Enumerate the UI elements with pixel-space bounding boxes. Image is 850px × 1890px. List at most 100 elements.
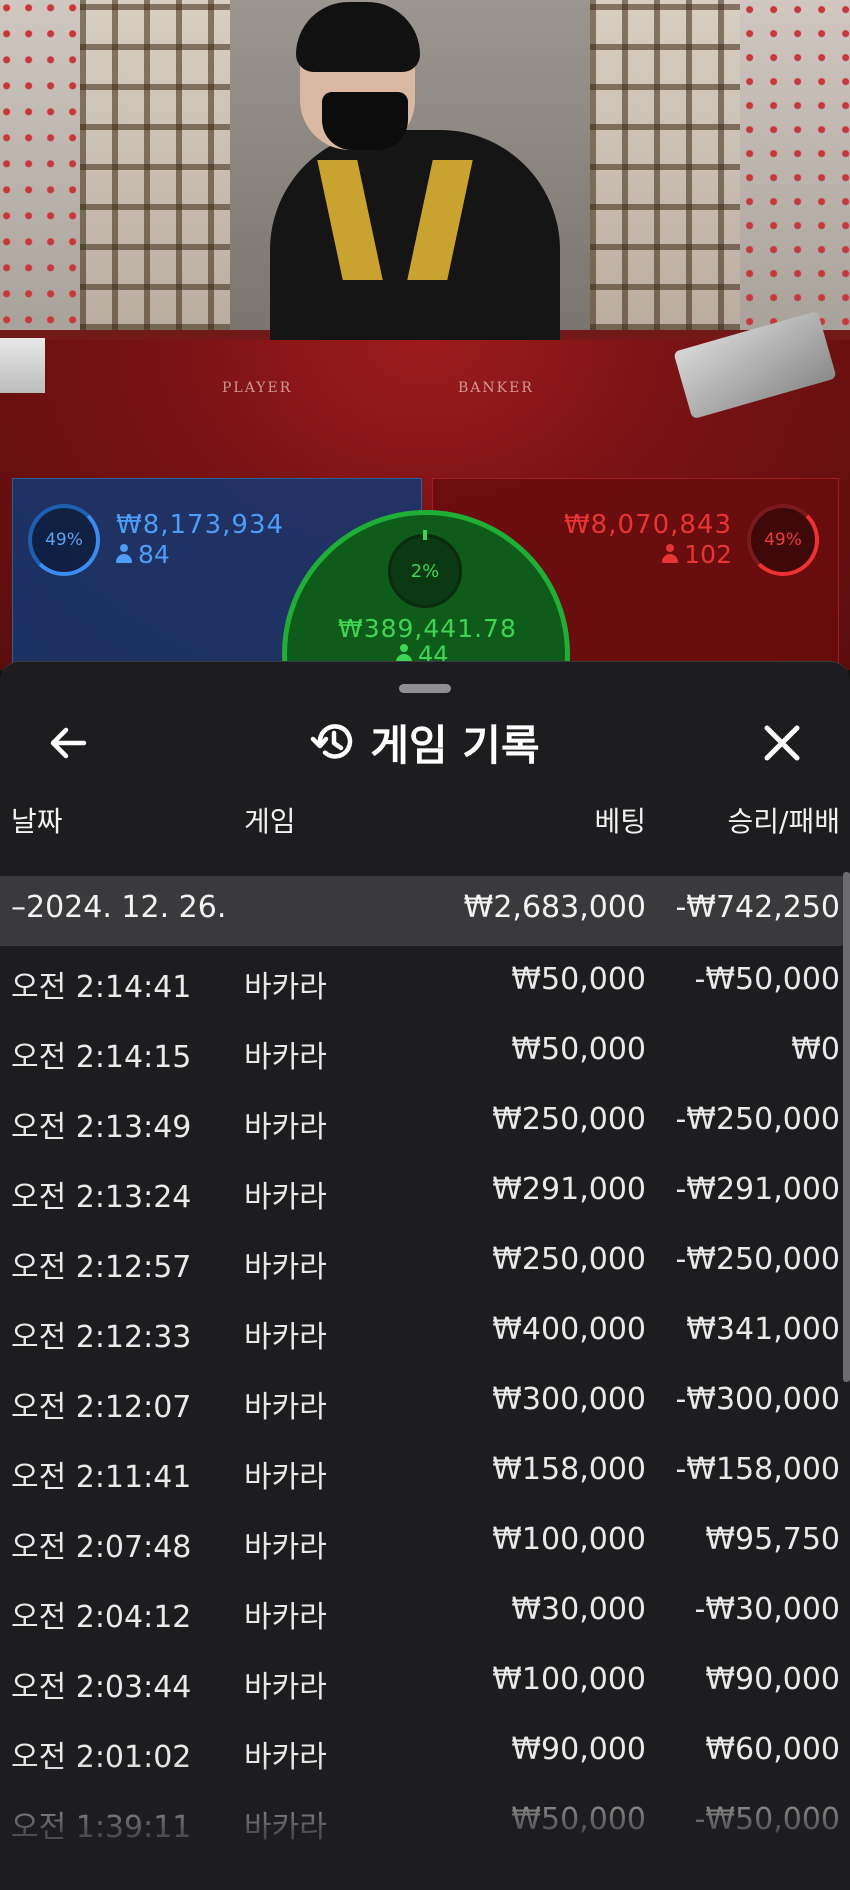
row-game: 바카라 bbox=[244, 1460, 327, 1495]
row-game: 바카라 bbox=[244, 1740, 327, 1775]
date-group-bet: ₩2,683,000 bbox=[463, 890, 646, 925]
blossom-wall-left bbox=[0, 0, 90, 330]
row-time: 오전 2:07:48 bbox=[11, 1530, 192, 1565]
row-bet: ₩100,000 bbox=[492, 1662, 646, 1697]
row-bet: ₩90,000 bbox=[511, 1732, 646, 1767]
lattice-screen-left bbox=[80, 0, 230, 330]
row-time: 오전 1:39:11 bbox=[11, 1810, 192, 1845]
row-result: ₩60,000 bbox=[705, 1732, 840, 1767]
banker-bet-amount: ₩8,070,843 bbox=[563, 510, 732, 540]
row-game: 바카라 bbox=[244, 1810, 327, 1845]
table-row[interactable]: 오전 2:12:07 바카라 ₩300,000 -₩300,000 bbox=[0, 1372, 850, 1442]
row-result: ₩95,750 bbox=[705, 1522, 840, 1557]
user-icon bbox=[116, 544, 132, 564]
table-row[interactable]: 오전 2:01:02 바카라 ₩90,000 ₩60,000 bbox=[0, 1722, 850, 1792]
row-result: ₩90,000 bbox=[705, 1662, 840, 1697]
user-icon bbox=[662, 544, 679, 564]
row-result: -₩250,000 bbox=[675, 1102, 840, 1137]
row-result: ₩0 bbox=[791, 1032, 840, 1067]
row-bet: ₩50,000 bbox=[511, 1802, 646, 1837]
row-result: ₩341,000 bbox=[686, 1312, 840, 1347]
table-row[interactable]: 오전 1:39:11 바카라 ₩50,000 -₩50,000 bbox=[0, 1792, 850, 1862]
player-felt-label: PLAYER bbox=[222, 380, 293, 396]
row-game: 바카라 bbox=[244, 1670, 327, 1705]
row-bet: ₩400,000 bbox=[492, 1312, 646, 1347]
sheet-drag-handle[interactable] bbox=[399, 684, 451, 693]
row-game: 바카라 bbox=[244, 1600, 327, 1635]
row-game: 바카라 bbox=[244, 1180, 327, 1215]
table-row[interactable]: 오전 2:04:12 바카라 ₩30,000 -₩30,000 bbox=[0, 1582, 850, 1652]
table-row[interactable]: 오전 2:12:57 바카라 ₩250,000 -₩250,000 bbox=[0, 1232, 850, 1302]
banker-count-value: 102 bbox=[684, 540, 732, 569]
row-result: -₩158,000 bbox=[675, 1452, 840, 1487]
row-time: 오전 2:12:07 bbox=[11, 1390, 192, 1425]
row-bet: ₩250,000 bbox=[492, 1242, 646, 1277]
row-result: -₩30,000 bbox=[694, 1592, 840, 1627]
row-time: 오전 2:13:24 bbox=[11, 1180, 192, 1215]
row-time: 오전 2:12:57 bbox=[11, 1250, 192, 1285]
column-game: 게임 bbox=[244, 805, 296, 838]
table-row[interactable]: 오전 2:07:48 바카라 ₩100,000 ₩95,750 bbox=[0, 1512, 850, 1582]
column-date: 날짜 bbox=[11, 805, 63, 838]
row-game: 바카라 bbox=[244, 970, 327, 1005]
table-row[interactable]: 오전 2:13:24 바카라 ₩291,000 -₩291,000 bbox=[0, 1162, 850, 1232]
table-row[interactable]: 오전 2:11:41 바카라 ₩158,000 -₩158,000 bbox=[0, 1442, 850, 1512]
card-stack bbox=[0, 338, 45, 393]
row-result: -₩50,000 bbox=[694, 1802, 840, 1837]
row-bet: ₩291,000 bbox=[492, 1172, 646, 1207]
column-result: 승리/패배 bbox=[727, 805, 840, 838]
row-time: 오전 2:04:12 bbox=[11, 1600, 192, 1635]
row-time: 오전 2:13:49 bbox=[11, 1110, 192, 1145]
player-bettor-count: 84 bbox=[116, 540, 170, 569]
date-group-date: –2024. 12. 26. bbox=[11, 890, 227, 925]
table-row[interactable]: 오전 2:12:33 바카라 ₩400,000 ₩341,000 bbox=[0, 1302, 850, 1372]
lattice-screen-right bbox=[590, 0, 740, 330]
banker-percent-ring: 49% bbox=[747, 504, 819, 576]
tie-percent: 2% bbox=[410, 560, 440, 582]
row-bet: ₩300,000 bbox=[492, 1382, 646, 1417]
game-history-sheet: 게임 기록 날짜 게임 베팅 승리/패배 –2024. 12. 26. ₩2,6… bbox=[0, 661, 850, 1890]
row-game: 바카라 bbox=[244, 1040, 327, 1075]
row-game: 바카라 bbox=[244, 1110, 327, 1145]
row-time: 오전 2:14:15 bbox=[11, 1040, 192, 1075]
row-result: -₩300,000 bbox=[675, 1382, 840, 1417]
tie-bet-amount: ₩389,441.78 bbox=[338, 614, 517, 643]
row-result: -₩250,000 bbox=[675, 1242, 840, 1277]
tie-ring-tick bbox=[423, 530, 427, 540]
history-clock-icon bbox=[310, 719, 356, 765]
table-row[interactable]: 오전 2:13:49 바카라 ₩250,000 -₩250,000 bbox=[0, 1092, 850, 1162]
row-game: 바카라 bbox=[244, 1250, 327, 1285]
close-button[interactable] bbox=[757, 718, 807, 768]
date-group-result: -₩742,250 bbox=[675, 890, 840, 925]
table-row[interactable]: 오전 2:14:41 바카라 ₩50,000 -₩50,000 bbox=[0, 952, 850, 1022]
row-result: -₩50,000 bbox=[694, 962, 840, 997]
player-count-value: 84 bbox=[138, 540, 170, 569]
table-row[interactable]: 오전 2:14:15 바카라 ₩50,000 ₩0 bbox=[0, 1022, 850, 1092]
banker-percent: 49% bbox=[764, 530, 802, 550]
row-time: 오전 2:01:02 bbox=[11, 1740, 192, 1775]
row-game: 바카라 bbox=[244, 1320, 327, 1355]
dealer-mask bbox=[322, 92, 408, 150]
row-game: 바카라 bbox=[244, 1390, 327, 1425]
table-row[interactable]: 오전 2:03:44 바카라 ₩100,000 ₩90,000 bbox=[0, 1652, 850, 1722]
scrollbar[interactable] bbox=[843, 872, 850, 1382]
sheet-header: 게임 기록 bbox=[0, 710, 850, 774]
row-bet: ₩250,000 bbox=[492, 1102, 646, 1137]
row-bet: ₩30,000 bbox=[511, 1592, 646, 1627]
row-game: 바카라 bbox=[244, 1530, 327, 1565]
page-title: 게임 기록 bbox=[370, 720, 540, 770]
date-group-row[interactable]: –2024. 12. 26. ₩2,683,000 -₩742,250 bbox=[0, 876, 850, 946]
column-bet: 베팅 bbox=[594, 805, 646, 838]
row-time: 오전 2:11:41 bbox=[11, 1460, 192, 1495]
row-bet: ₩50,000 bbox=[511, 962, 646, 997]
close-icon bbox=[764, 725, 800, 761]
tie-percent-ring: 2% bbox=[388, 534, 462, 608]
table-header: 날짜 게임 베팅 승리/패배 bbox=[0, 800, 850, 850]
blossom-wall-right bbox=[740, 0, 850, 330]
row-bet: ₩50,000 bbox=[511, 1032, 646, 1067]
row-time: 오전 2:12:33 bbox=[11, 1320, 192, 1355]
row-bet: ₩100,000 bbox=[492, 1522, 646, 1557]
player-percent-ring: 49% bbox=[28, 504, 100, 576]
player-percent: 49% bbox=[45, 530, 83, 550]
row-time: 오전 2:03:44 bbox=[11, 1670, 192, 1705]
